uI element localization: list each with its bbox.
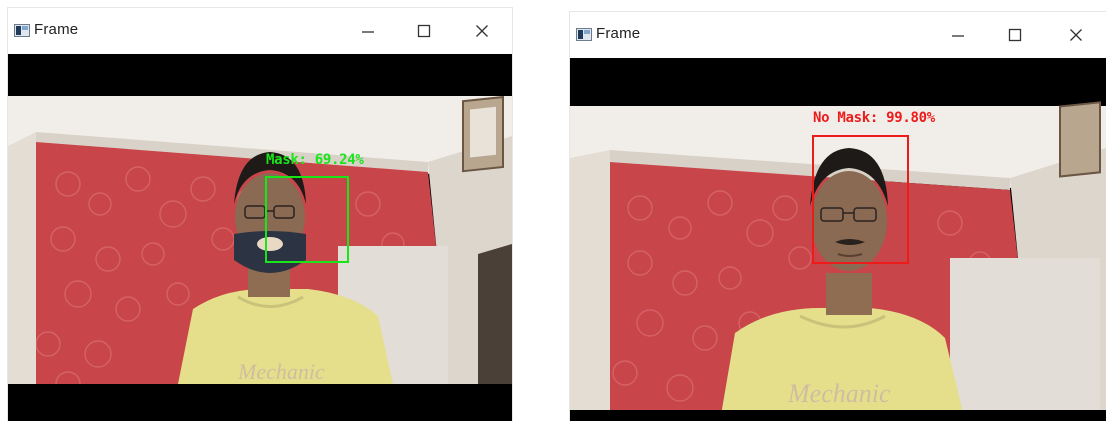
maximize-icon [417,24,431,38]
webcam-image: Mechanic [8,54,512,421]
opencv-frame-icon [576,28,592,41]
opencv-frame-icon [14,24,30,37]
window-title: Frame [596,25,641,42]
minimize-icon [362,31,374,33]
maximize-icon [1008,28,1022,42]
close-button[interactable] [462,16,502,46]
detection-box [812,135,909,264]
maximize-button[interactable] [995,20,1035,50]
minimize-icon [952,35,964,37]
maximize-button[interactable] [404,16,444,46]
minimize-button[interactable] [348,16,388,46]
video-frame: Mechanic No Mask: 99.80% [570,58,1106,421]
frame-window-no-mask: Frame Mechanic No Mask: 99.80% [570,12,1106,421]
svg-text:Mechanic: Mechanic [237,359,325,384]
detection-label: No Mask: 99.80% [813,110,935,126]
detection-box [265,176,349,263]
detection-label: Mask: 69.24% [266,152,364,168]
close-icon [1070,29,1082,41]
title-bar[interactable]: Frame [570,12,1106,58]
close-icon [476,25,488,37]
title-bar[interactable]: Frame [8,8,512,54]
svg-text:Mechanic: Mechanic [787,379,891,408]
close-button[interactable] [1056,20,1096,50]
frame-window-mask: Frame Mechanic Mask: 69.24% [8,8,512,421]
window-title: Frame [34,21,79,38]
minimize-button[interactable] [938,20,978,50]
video-frame: Mechanic Mask: 69.24% [8,54,512,421]
